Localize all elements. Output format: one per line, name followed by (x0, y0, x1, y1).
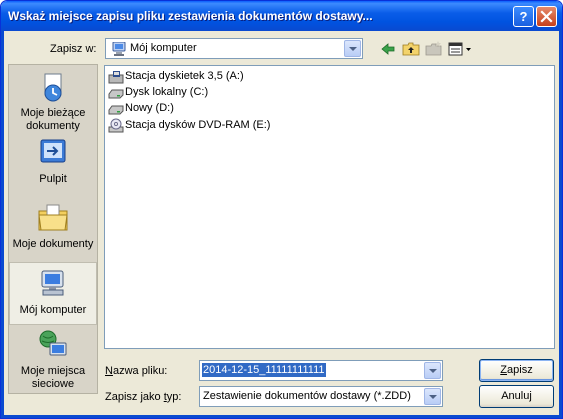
close-button[interactable] (536, 6, 557, 27)
save-dialog-window: Wskaż miejsce zapisu pliku zestawienia d… (0, 0, 563, 419)
filename-label-rest: azwa pliku: (112, 365, 168, 377)
place-label: Moje dokumenty (12, 238, 94, 250)
hard-drive-icon (108, 105, 124, 115)
place-recent-documents[interactable]: Moje bieżące dokumenty (9, 71, 97, 133)
place-desktop[interactable]: Pulpit (9, 137, 97, 186)
view-menu-icon[interactable] (448, 40, 474, 58)
place-my-computer[interactable]: Mój komputer (9, 262, 97, 325)
new-folder-icon[interactable] (425, 40, 443, 58)
filename-label: Nazwa pliku: (105, 365, 167, 377)
save-button-rest: apisz (507, 364, 533, 376)
filetype-select[interactable]: Zestawienie dokumentów dostawy (*.ZDD) (199, 386, 443, 407)
help-button[interactable]: ? (513, 6, 534, 27)
file-list[interactable]: Stacja dyskietek 3,5 (A:) Dysk lokalny (… (104, 65, 555, 349)
my-documents-icon (38, 204, 68, 231)
close-icon (540, 10, 553, 23)
save-button[interactable]: Zapisz (479, 359, 554, 382)
place-my-documents[interactable]: Moje dokumenty (9, 202, 97, 251)
places-bar: Moje bieżące dokumenty Pulpit Moje dokum… (8, 64, 98, 394)
window-frame-right (559, 31, 562, 418)
place-label: Moje bieżące dokumenty (20, 107, 86, 132)
title-bar[interactable]: Wskaż miejsce zapisu pliku zestawienia d… (1, 1, 562, 31)
place-label: Mój komputer (19, 304, 87, 316)
floppy-drive-icon (108, 71, 124, 84)
filename-dropdown-button[interactable] (424, 362, 441, 379)
dvd-drive-icon (108, 118, 124, 133)
recent-documents-icon (44, 73, 62, 102)
filetype-dropdown-button[interactable] (424, 388, 441, 405)
my-computer-small-icon (112, 42, 126, 56)
network-places-icon (39, 330, 67, 356)
window-frame-bottom (1, 415, 562, 418)
back-icon[interactable] (379, 40, 397, 58)
filename-input[interactable]: 2014-12-15_11111111111 (202, 363, 326, 377)
savein-value: Mój komputer (130, 42, 197, 54)
hard-drive-icon (108, 89, 124, 99)
filename-label-accesskey: N (105, 365, 113, 377)
place-network[interactable]: Moje miejsca sieciowe (9, 329, 97, 391)
place-label: Moje miejsca sieciowe (20, 365, 86, 390)
up-folder-icon[interactable] (402, 40, 420, 58)
filetype-label-rest: yp: (166, 391, 182, 403)
savein-combo[interactable]: Mój komputer (105, 38, 363, 59)
file-name: Nowy (D:) (125, 102, 174, 114)
savein-label: Zapisz w: (50, 43, 97, 55)
filetype-value: Zestawienie dokumentów dostawy (*.ZDD) (203, 390, 411, 402)
savein-dropdown-button[interactable] (344, 40, 361, 57)
save-button-accesskey: Z (500, 364, 508, 376)
filetype-label: Zapisz jako typ: (105, 391, 181, 403)
my-computer-icon (41, 270, 64, 296)
window-frame-left (1, 31, 4, 418)
cancel-button[interactable]: Anuluj (479, 385, 554, 408)
filename-combo[interactable]: 2014-12-15_11111111111 (199, 360, 443, 381)
file-name: Stacja dysków DVD-RAM (E:) (125, 119, 271, 131)
place-label: Pulpit (39, 173, 67, 185)
file-name: Stacja dyskietek 3,5 (A:) (125, 70, 244, 82)
file-name: Dysk lokalny (C:) (125, 86, 209, 98)
desktop-icon (40, 139, 66, 163)
filetype-label-pre: Zapisz jako (105, 391, 164, 403)
window-title: Wskaż miejsce zapisu pliku zestawienia d… (8, 9, 373, 23)
